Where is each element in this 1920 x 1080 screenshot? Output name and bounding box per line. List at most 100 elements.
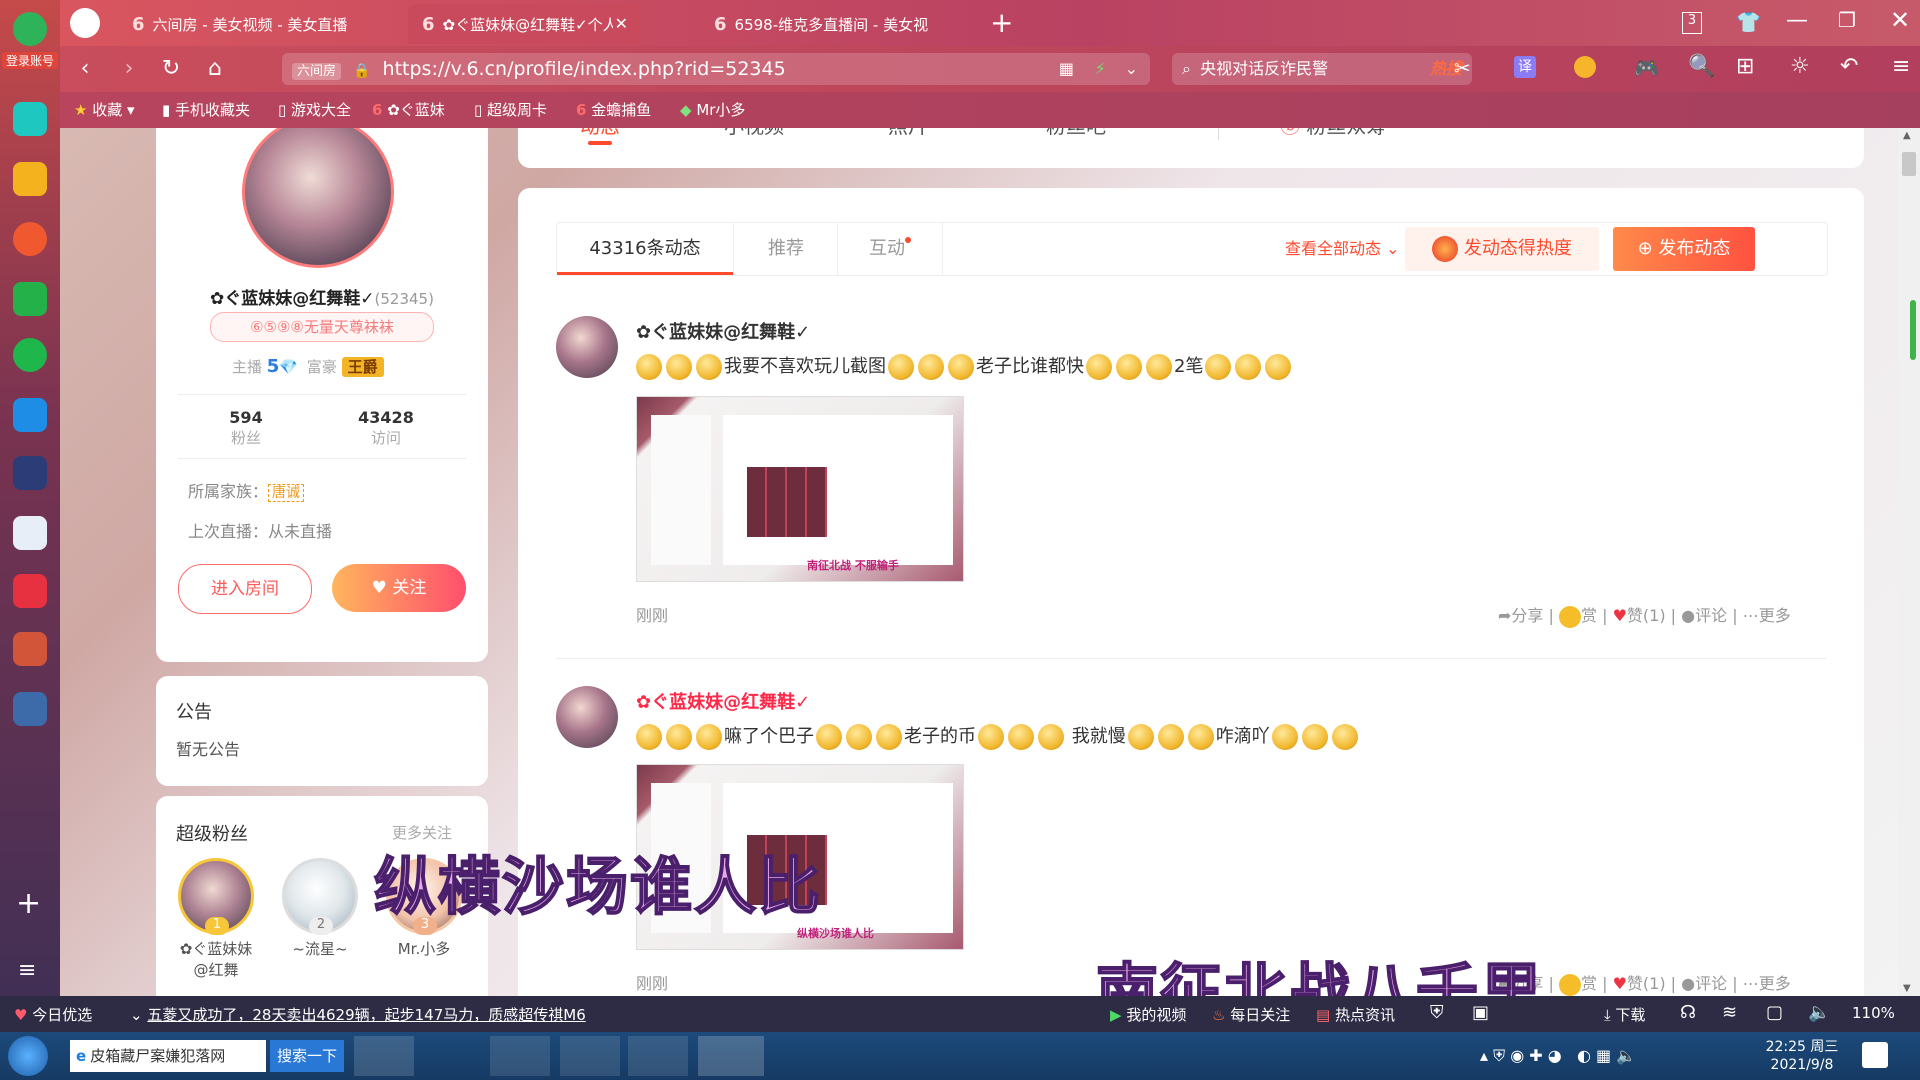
nav-tab-crowdfund[interactable]: ⓑ 粉丝众筹 <box>1280 128 1386 139</box>
zoom-level[interactable]: 110% <box>1852 1004 1895 1022</box>
superfan-item[interactable]: 1 ✿ぐ蓝妹妹@红舞 <box>174 858 258 980</box>
comment-action[interactable]: ●评论 <box>1681 974 1727 993</box>
game3-icon[interactable] <box>13 692 47 726</box>
menu-icon[interactable]: ≡ <box>18 958 36 983</box>
new-tab-icon[interactable]: + <box>990 6 1013 39</box>
hot-news-link[interactable]: ▤ 热点资讯 <box>1316 1004 1395 1025</box>
bookmark-item[interactable]: ▯ 超级周卡 <box>474 99 547 120</box>
gamepad-icon[interactable]: 🎮 <box>1634 56 1659 80</box>
view-all-dropdown[interactable]: 查看全部动态 ⌄ <box>1285 223 1400 275</box>
back-icon[interactable]: ‹ <box>70 54 100 84</box>
comment-action[interactable]: ●评论 <box>1681 606 1727 625</box>
page-scrollbar[interactable]: ▲ ▼ <box>1898 128 1920 996</box>
restore-icon[interactable]: ❐ <box>1838 8 1856 32</box>
game2-icon[interactable] <box>13 632 47 666</box>
link-icon[interactable] <box>13 338 47 372</box>
star-icon[interactable] <box>13 162 47 196</box>
tab-item[interactable]: 6 6598-维克多直播间 - 美女视 <box>700 4 930 44</box>
weibo-icon[interactable] <box>13 222 47 256</box>
clock[interactable]: 22:25 周三 2021/9/8 <box>1752 1038 1852 1074</box>
refresh-icon[interactable]: ↻ <box>156 54 186 84</box>
visit-stat[interactable]: 43428 访问 <box>336 408 436 448</box>
headset-icon[interactable]: ☊ <box>1680 1002 1696 1023</box>
home-icon[interactable]: ⌂ <box>200 54 230 84</box>
qr-icon[interactable]: ▦ <box>1059 53 1074 85</box>
translate-icon[interactable]: 译 <box>1514 56 1536 78</box>
taskbar-app-game[interactable] <box>698 1036 764 1076</box>
xiaohongshu-icon[interactable] <box>13 574 47 608</box>
follow-button[interactable]: ♥ 关注 <box>332 564 466 612</box>
bookmark-favorites[interactable]: ★ 收藏 ▾ <box>74 99 135 120</box>
like-action[interactable]: ♥赞(1) <box>1613 606 1666 625</box>
download-link[interactable]: ⤓ 下载 <box>1604 1004 1645 1025</box>
like-action[interactable]: ♥赞(1) <box>1613 974 1666 993</box>
more-action[interactable]: ⋯更多 <box>1743 974 1791 993</box>
close-window-icon[interactable]: ✕ <box>1890 6 1910 34</box>
undo-icon[interactable]: ↶ <box>1840 54 1858 79</box>
word-icon[interactable] <box>13 516 47 550</box>
mail-icon[interactable] <box>13 282 47 316</box>
reward-action[interactable]: 赏 <box>1558 605 1597 628</box>
plus-app-icon[interactable] <box>13 102 47 136</box>
nav-tab-dynamic[interactable]: 动态 <box>580 128 620 145</box>
tab-count-badge[interactable]: 3 <box>1682 12 1702 34</box>
minimize-icon[interactable]: — <box>1786 8 1808 33</box>
post-avatar[interactable] <box>556 316 618 378</box>
pay-icon[interactable] <box>13 398 47 432</box>
bookmark-item[interactable]: ▯ 游戏大全 <box>278 99 351 120</box>
family-badge[interactable]: 唐诚 <box>268 484 305 502</box>
bookmark-item[interactable]: 6 ✿ぐ蓝妹 <box>372 99 445 120</box>
side-progress-handle[interactable] <box>1910 300 1916 360</box>
nav-tab-photos[interactable]: 照片 <box>888 128 928 139</box>
tray-icons[interactable]: ▴ ⛨ ◉ ✚ ◕ ◐ ▦ 🔈 <box>1480 1046 1636 1066</box>
taskbar-app-folder[interactable] <box>490 1036 550 1076</box>
my-video-link[interactable]: ▶ 我的视频 <box>1110 1004 1186 1025</box>
scroll-down-icon[interactable]: ▼ <box>1903 983 1911 994</box>
feed-tab-interact[interactable]: 互动 <box>837 223 943 275</box>
taskbar-app-player[interactable] <box>628 1036 688 1076</box>
dropdown-icon[interactable]: ⌄ <box>1125 53 1138 85</box>
fans-stat[interactable]: 594 粉丝 <box>196 408 296 448</box>
bookmark-item[interactable]: ◆ Mr小多 <box>680 99 745 120</box>
taskbar-app-ie[interactable] <box>422 1036 482 1076</box>
bookmark-item[interactable]: ▮ 手机收藏夹 <box>162 99 250 120</box>
coin-icon[interactable] <box>1574 56 1596 78</box>
post-avatar[interactable] <box>556 686 618 748</box>
notification-icon[interactable] <box>1862 1042 1888 1068</box>
post-image[interactable]: 南征北战 不服输手 <box>636 396 964 582</box>
tab-item-active[interactable]: 6 ✿ぐ蓝妹妹@红舞鞋✓个人动态 ✕ <box>408 4 640 44</box>
post-author[interactable]: ✿ぐ蓝妹妹@红舞鞋✓ <box>636 688 810 714</box>
profile-avatar[interactable] <box>242 128 394 268</box>
shield-icon[interactable]: ⛨ <box>1430 1002 1444 1023</box>
more-action[interactable]: ⋯更多 <box>1743 606 1791 625</box>
window-icon[interactable]: ▢ <box>1766 1002 1783 1023</box>
tab-item[interactable]: 6 六间房 - 美女视频 - 美女直播 <box>118 4 378 44</box>
superfan-item[interactable]: 2 ~流星~ <box>278 858 362 959</box>
wifi-icon[interactable]: ≋ <box>1722 1002 1737 1023</box>
hot-post-button[interactable]: 发动态得热度 <box>1405 227 1599 271</box>
brightness-icon[interactable]: ☼ <box>1790 54 1810 79</box>
reward-action[interactable]: 赏 <box>1558 973 1597 996</box>
skin-icon[interactable]: 👕 <box>1736 10 1761 34</box>
scroll-thumb[interactable] <box>1902 152 1916 176</box>
daily-follow-link[interactable]: ♨ 每日关注 <box>1212 1004 1290 1025</box>
search-once-button[interactable]: 搜索一下 <box>270 1040 344 1072</box>
login-label[interactable]: 登录账号 <box>2 52 58 69</box>
bolt-icon[interactable]: ⚡ <box>1095 53 1106 85</box>
picture-icon[interactable]: ▣ <box>1472 1002 1489 1023</box>
taskbar-app-browser[interactable] <box>560 1036 620 1076</box>
ie-search-box[interactable]: e 皮箱藏尸案嫌犯落网 <box>70 1040 266 1072</box>
nav-tab-fanbar[interactable]: 粉丝吧 <box>1046 128 1106 139</box>
news-ticker[interactable]: ⌄ 五菱又成功了，28天卖出4629辆，起步147马力，质感超传祺M6 <box>130 1004 586 1025</box>
nav-tab-videos[interactable]: 小视频 <box>724 128 784 139</box>
close-tab-icon[interactable]: ✕ <box>615 14 628 33</box>
feed-tab-count[interactable]: 43316条动态 <box>557 223 733 275</box>
apps-icon[interactable]: ⊞ <box>1736 54 1754 79</box>
post-author[interactable]: ✿ぐ蓝妹妹@红舞鞋✓ <box>636 318 810 344</box>
game-icon[interactable] <box>13 456 47 490</box>
browser-logo-icon[interactable] <box>13 12 47 46</box>
publish-post-button[interactable]: ⊕ 发布动态 <box>1613 227 1755 271</box>
scissors-icon[interactable]: ✂ <box>1454 56 1471 80</box>
today-picks[interactable]: ♥ 今日优选 <box>14 1004 92 1025</box>
start-button[interactable] <box>8 1036 48 1076</box>
